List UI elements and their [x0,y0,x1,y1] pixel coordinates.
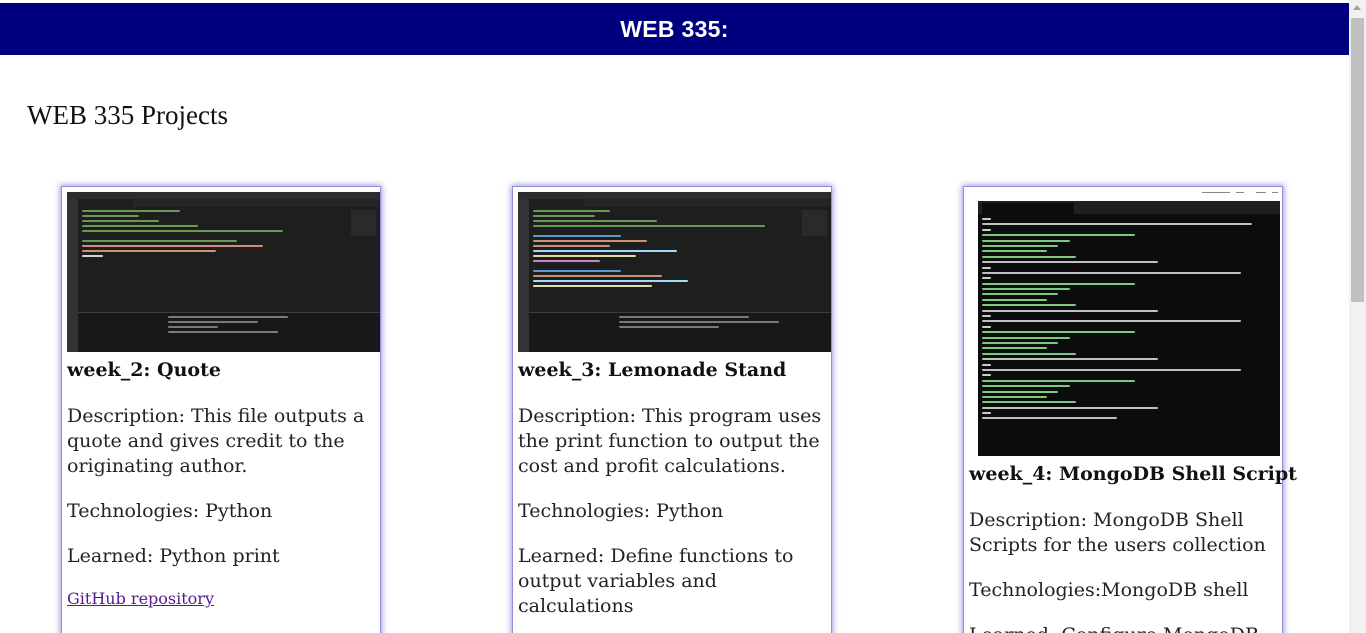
project-card-week4: week_4: MongoDB Shell Script Description… [963,186,1297,633]
scroll-up-arrow-icon[interactable] [1353,5,1361,10]
window-controls [1200,189,1282,197]
project-card-week3: week_3: Lemonade Stand Description: This… [512,186,832,633]
project-learned: Learned: Configure MongoDB [969,623,1277,633]
project-title: week_3: Lemonade Stand [518,359,787,381]
site-header: WEB 335: [0,3,1349,55]
project-title: week_2: Quote [67,359,221,381]
project-description: Description: This file outputs a quote a… [67,405,365,477]
project-description: Description: MongoDB Shell Scripts for t… [969,509,1266,556]
project-thumbnail [978,201,1280,456]
project-thumbnail [518,192,831,352]
project-learned: Learned: Python print [67,545,280,567]
project-learned: Learned: Define functions to output vari… [518,545,794,617]
page-title: WEB 335 Projects [27,100,228,130]
project-technologies: Technologies:MongoDB shell [969,579,1249,601]
project-title: week_4: MongoDB Shell Script [969,463,1297,485]
scrollbar-thumb[interactable] [1351,18,1364,302]
page-scrollbar[interactable] [1349,0,1366,633]
github-repository-link[interactable]: GitHub repository [67,589,214,608]
header-title: WEB 335: [620,15,729,42]
project-technologies: Technologies: Python [518,500,724,522]
project-card-week2: week_2: Quote Description: This file out… [61,186,381,633]
project-description: Description: This program uses the print… [518,405,822,477]
project-thumbnail [67,192,380,352]
project-technologies: Technologies: Python [67,500,273,522]
